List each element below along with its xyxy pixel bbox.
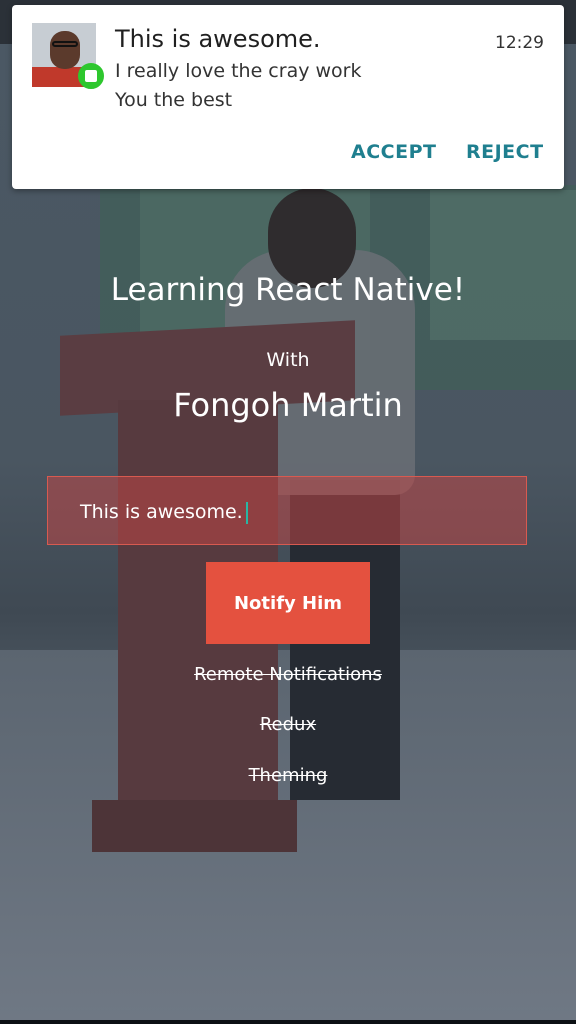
todo-item-remote-notifications: Remote Notifications — [194, 664, 382, 685]
reject-button[interactable]: REJECT — [466, 141, 544, 163]
todo-item-theming: Theming — [248, 765, 328, 786]
app-badge-icon — [78, 63, 104, 89]
notification-time: 12:29 — [495, 33, 544, 53]
message-input-value: This is awesome. — [80, 501, 248, 524]
accept-button[interactable]: ACCEPT — [351, 141, 436, 163]
author-name: Fongoh Martin — [173, 386, 403, 424]
notify-button[interactable]: Notify Him — [206, 562, 370, 644]
avatar-glasses — [52, 41, 78, 47]
todo-item-redux: Redux — [259, 714, 317, 735]
message-input[interactable]: This is awesome. — [47, 476, 527, 545]
avatar-face — [50, 31, 80, 69]
heads-up-notification[interactable]: This is awesome. 12:29 I really love the… — [12, 5, 564, 189]
text-caret — [245, 501, 248, 524]
page-title: Learning React Native! — [110, 272, 466, 308]
notification-title: This is awesome. — [115, 25, 321, 53]
notification-body-line: I really love the cray work — [115, 60, 362, 82]
with-label: With — [266, 349, 310, 371]
notification-body-line: You the best — [115, 89, 233, 111]
